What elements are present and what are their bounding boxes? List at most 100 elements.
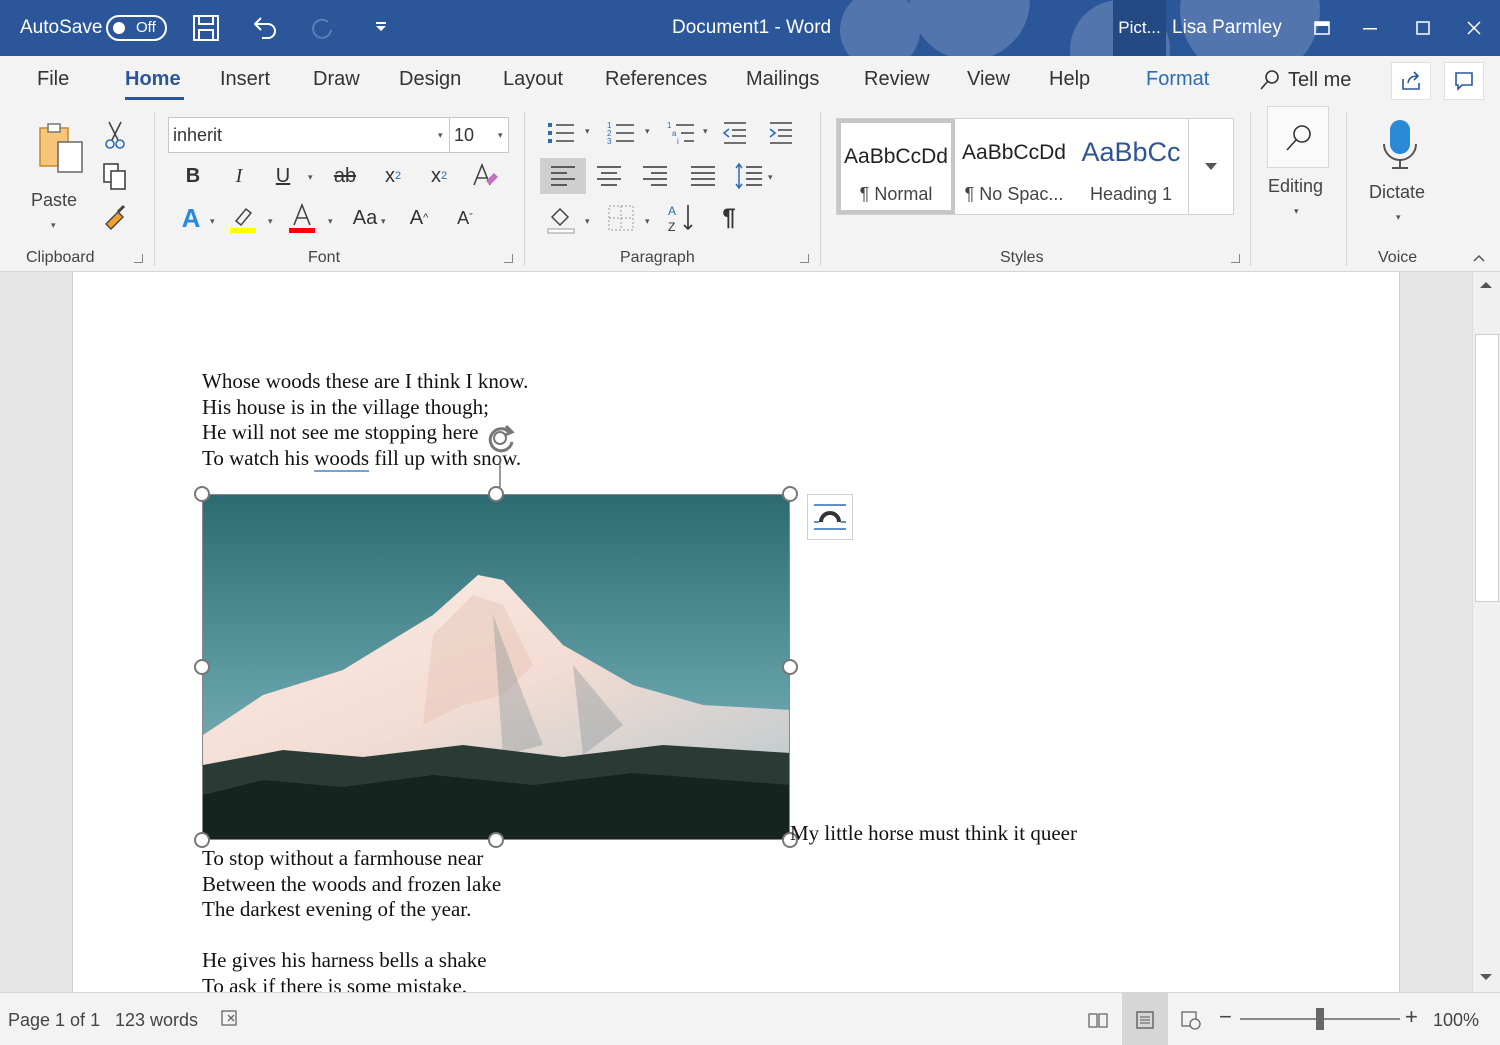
zoom-out-button[interactable]: − [1219, 1004, 1232, 1030]
multilevel-list-icon[interactable]: 1ai [664, 116, 698, 150]
resize-handle-top[interactable] [488, 486, 504, 502]
tab-file[interactable]: File [37, 68, 69, 91]
increase-indent-icon[interactable] [764, 116, 798, 150]
borders-icon[interactable] [604, 201, 638, 235]
show-formatting-marks-button[interactable]: ¶ [712, 201, 746, 235]
save-icon[interactable] [190, 12, 222, 44]
read-mode-button[interactable] [1075, 993, 1121, 1045]
change-case-button[interactable]: Aa [348, 201, 382, 235]
customize-qat-icon[interactable] [366, 12, 398, 44]
scroll-up-icon[interactable] [1479, 280, 1493, 290]
styles-launcher-icon[interactable] [1231, 254, 1240, 263]
align-left-icon[interactable] [546, 159, 580, 193]
resize-handle-right[interactable] [782, 659, 798, 675]
web-layout-button[interactable] [1168, 993, 1214, 1045]
font-size-dropdown-icon[interactable]: ▾ [498, 130, 503, 141]
italic-button[interactable]: I [222, 159, 256, 193]
page-count[interactable]: Page 1 of 1 [8, 1010, 100, 1031]
editing-button[interactable]: Editing ▾ [1262, 106, 1336, 226]
line-spacing-icon[interactable] [732, 159, 766, 193]
font-launcher-icon[interactable] [504, 254, 513, 263]
scrollbar-thumb[interactable] [1475, 334, 1499, 602]
numbering-icon[interactable]: 123 [604, 116, 638, 150]
collapse-ribbon-icon[interactable] [1472, 253, 1486, 263]
minimize-button[interactable] [1352, 10, 1388, 46]
layout-options-button[interactable] [807, 494, 853, 540]
style-no-spacing[interactable]: AaBbCcDd ¶ No Spac... [955, 119, 1073, 214]
bold-button[interactable]: B [176, 159, 210, 193]
format-painter-icon[interactable] [98, 200, 132, 234]
tab-draw[interactable]: Draw [313, 68, 360, 91]
strikethrough-button[interactable]: ab [328, 159, 362, 193]
change-case-dropdown-icon[interactable]: ▾ [381, 216, 386, 227]
resize-handle-top-right[interactable] [782, 486, 798, 502]
clipboard-launcher-icon[interactable] [134, 254, 143, 263]
scroll-down-icon[interactable] [1479, 972, 1493, 982]
clear-formatting-icon[interactable] [468, 159, 502, 193]
shrink-font-button[interactable]: Aˇ [448, 201, 482, 235]
subscript-button[interactable]: x2 [376, 159, 410, 193]
print-layout-button[interactable] [1122, 993, 1168, 1045]
font-name-input[interactable]: inherit [168, 117, 450, 153]
superscript-button[interactable]: x2 [422, 159, 456, 193]
close-button[interactable] [1456, 10, 1492, 46]
document-body-after[interactable]: To stop without a farmhouse near Between… [202, 846, 501, 992]
underline-dropdown-icon[interactable]: ▾ [308, 172, 313, 183]
paste-button[interactable]: Paste ▾ [22, 114, 86, 234]
comments-button[interactable] [1444, 62, 1484, 100]
zoom-level[interactable]: 100% [1433, 1010, 1479, 1031]
highlight-icon[interactable] [226, 201, 260, 235]
redo-icon[interactable] [306, 12, 338, 44]
dictate-button[interactable]: Dictate ▾ [1362, 114, 1438, 234]
paragraph-launcher-icon[interactable] [800, 254, 809, 263]
align-right-icon[interactable] [638, 159, 672, 193]
shading-dropdown-icon[interactable]: ▾ [585, 216, 590, 227]
share-button[interactable] [1391, 62, 1431, 100]
grow-font-button[interactable]: A^ [402, 201, 436, 235]
styles-more-button[interactable] [1188, 118, 1234, 215]
tab-review[interactable]: Review [864, 68, 930, 91]
decrease-indent-icon[interactable] [718, 116, 752, 150]
font-color-icon[interactable] [285, 201, 319, 235]
text-effects-dropdown-icon[interactable]: ▾ [210, 216, 215, 227]
highlight-dropdown-icon[interactable]: ▾ [268, 216, 273, 227]
tab-home[interactable]: Home [125, 68, 181, 91]
user-name[interactable]: Lisa Parmley [1172, 0, 1282, 56]
tab-references[interactable]: References [605, 68, 707, 91]
line-spacing-dropdown-icon[interactable]: ▾ [768, 172, 773, 183]
sort-icon[interactable]: AZ [664, 201, 698, 235]
font-name-dropdown-icon[interactable]: ▾ [438, 130, 443, 141]
paste-dropdown-icon[interactable]: ▾ [51, 220, 56, 231]
zoom-slider-thumb[interactable] [1316, 1008, 1324, 1030]
justify-icon[interactable] [686, 159, 720, 193]
rotate-handle-icon[interactable] [479, 420, 521, 494]
maximize-button[interactable] [1405, 10, 1441, 46]
cut-icon[interactable] [98, 118, 132, 152]
word-count[interactable]: 123 words [115, 1010, 198, 1031]
wrapped-line[interactable]: My little horse must think it queer [790, 821, 1077, 847]
align-center-icon[interactable] [592, 159, 626, 193]
picture-tools-tab[interactable]: Pict... [1113, 0, 1166, 56]
bullets-icon[interactable] [544, 116, 578, 150]
resize-handle-top-left[interactable] [194, 486, 210, 502]
undo-icon[interactable] [248, 12, 280, 44]
resize-handle-left[interactable] [194, 659, 210, 675]
tab-view[interactable]: View [967, 68, 1010, 91]
tab-insert[interactable]: Insert [220, 68, 270, 91]
underline-button[interactable]: U [266, 159, 300, 193]
multilevel-dropdown-icon[interactable]: ▾ [703, 126, 708, 137]
tell-me-search[interactable]: Tell me [1258, 68, 1351, 92]
autosave-toggle[interactable]: Off [106, 15, 167, 41]
style-normal[interactable]: AaBbCcDd ¶ Normal [837, 119, 955, 214]
tab-design[interactable]: Design [399, 68, 461, 91]
document-page[interactable]: Whose woods these are I think I know. Hi… [72, 272, 1400, 992]
tab-layout[interactable]: Layout [503, 68, 563, 91]
vertical-scrollbar[interactable] [1472, 272, 1500, 992]
tab-help[interactable]: Help [1049, 68, 1090, 91]
copy-icon[interactable] [98, 160, 132, 194]
zoom-in-button[interactable]: + [1405, 1004, 1418, 1030]
shading-icon[interactable] [544, 201, 578, 235]
bullets-dropdown-icon[interactable]: ▾ [585, 126, 590, 137]
spelling-flag-word[interactable]: woods [314, 446, 369, 472]
proofing-icon[interactable] [220, 1009, 240, 1027]
